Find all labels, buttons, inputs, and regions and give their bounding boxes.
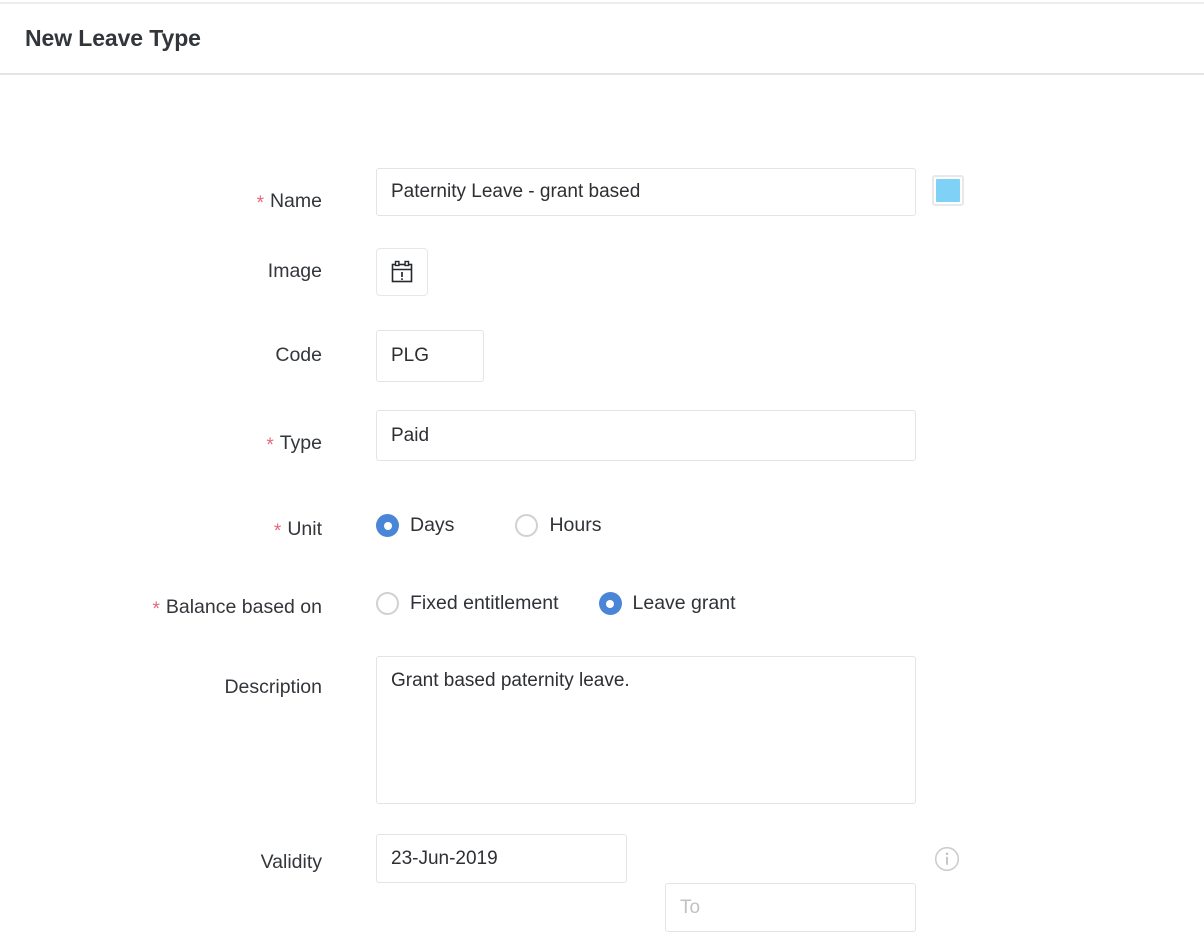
validity-info-icon-wrap[interactable] <box>934 846 960 872</box>
form-row-validity: Validity <box>0 834 1204 932</box>
page-title: New Leave Type <box>25 25 201 52</box>
name-required-marker: * <box>257 193 264 214</box>
unit-radio-hours[interactable]: Hours <box>515 514 601 537</box>
unit-radio-group: Days Hours <box>376 514 601 537</box>
image-picker-button[interactable] <box>376 248 428 296</box>
type-select-wrap <box>376 410 1204 461</box>
balance-radio-fixed-entitlement[interactable]: Fixed entitlement <box>376 592 559 615</box>
unit-radio-hours-label: Hours <box>549 514 601 537</box>
unit-label: *Unit <box>0 518 322 541</box>
info-icon <box>934 846 960 872</box>
code-input-wrap <box>376 330 484 382</box>
unit-radio-days-label: Days <box>410 514 454 537</box>
radio-unselected-icon <box>376 592 399 615</box>
balance-radio-leave-grant[interactable]: Leave grant <box>599 592 736 615</box>
image-label: Image <box>0 260 322 283</box>
type-select[interactable] <box>376 410 916 461</box>
validity-from-input[interactable] <box>376 834 627 883</box>
radio-selected-icon <box>376 514 399 537</box>
page-header: New Leave Type <box>0 4 1204 75</box>
validity-to-input[interactable] <box>665 883 916 932</box>
description-textarea[interactable] <box>376 656 916 804</box>
balance-based-on-label: *Balance based on <box>0 596 322 619</box>
color-swatch-button[interactable] <box>932 175 964 206</box>
unit-radio-days[interactable]: Days <box>376 514 454 537</box>
description-wrap <box>376 656 916 809</box>
validity-to-wrap <box>665 883 1204 932</box>
description-label: Description <box>0 676 322 699</box>
type-required-marker: * <box>266 435 273 456</box>
name-input-wrap <box>376 168 916 216</box>
name-label: *Name <box>0 190 322 213</box>
code-input[interactable] <box>376 330 484 382</box>
unit-required-marker: * <box>274 521 281 542</box>
type-label: *Type <box>0 432 322 455</box>
balance-radio-leave-grant-label: Leave grant <box>633 592 736 615</box>
radio-selected-icon <box>599 592 622 615</box>
color-swatch <box>936 179 960 202</box>
validity-from-wrap <box>376 834 1204 883</box>
calendar-alert-icon <box>389 259 415 285</box>
validity-label: Validity <box>0 851 322 874</box>
balance-radio-fixed-entitlement-label: Fixed entitlement <box>410 592 559 615</box>
balance-radio-group: Fixed entitlement Leave grant <box>376 592 736 615</box>
name-input[interactable] <box>376 168 916 216</box>
form-row-type: *Type <box>0 410 1204 461</box>
balance-required-marker: * <box>152 599 159 620</box>
radio-unselected-icon <box>515 514 538 537</box>
code-label: Code <box>0 344 322 367</box>
